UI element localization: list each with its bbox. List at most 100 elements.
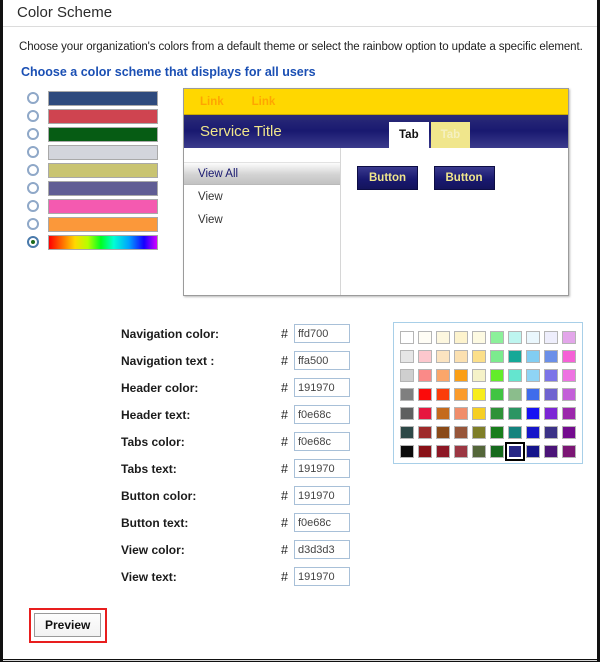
palette-swatch[interactable]: [416, 366, 434, 385]
palette-swatch-color[interactable]: [418, 331, 432, 344]
palette-swatch[interactable]: [542, 404, 560, 423]
palette-swatch-color[interactable]: [418, 369, 432, 382]
palette-swatch-color[interactable]: [418, 350, 432, 363]
palette-swatch-color[interactable]: [526, 407, 540, 420]
palette-swatch[interactable]: [398, 347, 416, 366]
scheme-radio-purple[interactable]: [27, 182, 39, 194]
palette-swatch-color[interactable]: [436, 407, 450, 420]
palette-swatch-color[interactable]: [472, 445, 486, 458]
palette-swatch[interactable]: [524, 423, 542, 442]
preview-button-2[interactable]: Button: [433, 166, 495, 190]
preview-sidebar-item-view-all[interactable]: View All: [184, 162, 340, 185]
palette-swatch[interactable]: [416, 328, 434, 347]
color-palette-grid[interactable]: [398, 328, 578, 461]
scheme-radio-khaki[interactable]: [27, 164, 39, 176]
color-field-input[interactable]: [293, 567, 350, 586]
palette-swatch[interactable]: [470, 442, 488, 461]
palette-swatch-color[interactable]: [454, 407, 468, 420]
palette-swatch[interactable]: [506, 328, 524, 347]
preview-link-2[interactable]: Link: [252, 96, 276, 108]
palette-swatch-color[interactable]: [544, 407, 558, 420]
palette-swatch-color[interactable]: [454, 445, 468, 458]
palette-swatch-color[interactable]: [400, 369, 414, 382]
palette-swatch[interactable]: [416, 404, 434, 423]
palette-swatch[interactable]: [470, 366, 488, 385]
palette-swatch[interactable]: [434, 366, 452, 385]
palette-swatch[interactable]: [470, 347, 488, 366]
palette-swatch[interactable]: [542, 423, 560, 442]
scheme-option-lightgray[interactable]: [27, 143, 177, 161]
palette-swatch-color[interactable]: [436, 331, 450, 344]
palette-swatch[interactable]: [542, 347, 560, 366]
scheme-option-green[interactable]: [27, 125, 177, 143]
palette-swatch[interactable]: [398, 366, 416, 385]
scheme-radio-red[interactable]: [27, 110, 39, 122]
palette-swatch-color[interactable]: [490, 350, 504, 363]
palette-swatch[interactable]: [488, 366, 506, 385]
palette-swatch[interactable]: [524, 347, 542, 366]
palette-swatch-color[interactable]: [436, 369, 450, 382]
palette-swatch-color[interactable]: [400, 331, 414, 344]
preview-tab-active[interactable]: Tab: [389, 122, 429, 148]
palette-swatch-color[interactable]: [526, 426, 540, 439]
palette-swatch-color[interactable]: [400, 407, 414, 420]
palette-swatch[interactable]: [488, 385, 506, 404]
palette-swatch[interactable]: [506, 404, 524, 423]
palette-swatch[interactable]: [560, 366, 578, 385]
palette-swatch[interactable]: [560, 423, 578, 442]
color-field-input[interactable]: [293, 540, 350, 559]
preview-link-1[interactable]: Link: [200, 96, 224, 108]
palette-swatch[interactable]: [470, 385, 488, 404]
palette-swatch[interactable]: [398, 404, 416, 423]
scheme-option-orange[interactable]: [27, 215, 177, 233]
scheme-swatch-purple[interactable]: [48, 180, 158, 196]
preview-button-1[interactable]: Button: [357, 166, 419, 190]
palette-swatch[interactable]: [434, 423, 452, 442]
palette-swatch-color[interactable]: [472, 331, 486, 344]
scheme-option-khaki[interactable]: [27, 161, 177, 179]
preview-sidebar-item-view-2[interactable]: View: [184, 208, 340, 231]
palette-swatch[interactable]: [560, 328, 578, 347]
palette-swatch[interactable]: [506, 423, 524, 442]
palette-swatch[interactable]: [470, 404, 488, 423]
palette-swatch[interactable]: [560, 385, 578, 404]
scheme-radio-lightgray[interactable]: [27, 146, 39, 158]
palette-swatch[interactable]: [398, 328, 416, 347]
palette-swatch-color[interactable]: [436, 388, 450, 401]
palette-swatch-color[interactable]: [454, 388, 468, 401]
palette-swatch-color[interactable]: [400, 350, 414, 363]
palette-swatch[interactable]: [524, 385, 542, 404]
palette-swatch-color[interactable]: [526, 369, 540, 382]
scheme-swatch-red[interactable]: [48, 108, 158, 124]
scheme-swatch-orange[interactable]: [48, 216, 158, 232]
palette-swatch[interactable]: [434, 347, 452, 366]
palette-swatch-color[interactable]: [454, 331, 468, 344]
palette-swatch[interactable]: [434, 404, 452, 423]
palette-swatch[interactable]: [524, 442, 542, 461]
palette-swatch-color[interactable]: [436, 426, 450, 439]
palette-swatch-color[interactable]: [490, 369, 504, 382]
preview-button[interactable]: Preview: [34, 613, 102, 637]
palette-swatch-color[interactable]: [436, 350, 450, 363]
palette-swatch-color[interactable]: [400, 388, 414, 401]
scheme-swatch-green[interactable]: [48, 126, 158, 142]
palette-swatch-color[interactable]: [562, 407, 576, 420]
palette-swatch-color[interactable]: [505, 442, 525, 461]
palette-swatch[interactable]: [524, 404, 542, 423]
scheme-option-red[interactable]: [27, 107, 177, 125]
palette-swatch[interactable]: [560, 442, 578, 461]
palette-swatch-color[interactable]: [544, 331, 558, 344]
palette-swatch-color[interactable]: [490, 388, 504, 401]
palette-swatch-color[interactable]: [454, 426, 468, 439]
palette-swatch-color[interactable]: [562, 350, 576, 363]
palette-swatch-color[interactable]: [472, 407, 486, 420]
palette-swatch[interactable]: [488, 347, 506, 366]
palette-swatch[interactable]: [416, 442, 434, 461]
color-field-input[interactable]: [293, 513, 350, 532]
palette-swatch-color[interactable]: [508, 350, 522, 363]
palette-swatch[interactable]: [488, 442, 506, 461]
palette-swatch-color[interactable]: [400, 445, 414, 458]
palette-swatch-color[interactable]: [544, 445, 558, 458]
palette-swatch-color[interactable]: [508, 369, 522, 382]
palette-swatch[interactable]: [524, 328, 542, 347]
